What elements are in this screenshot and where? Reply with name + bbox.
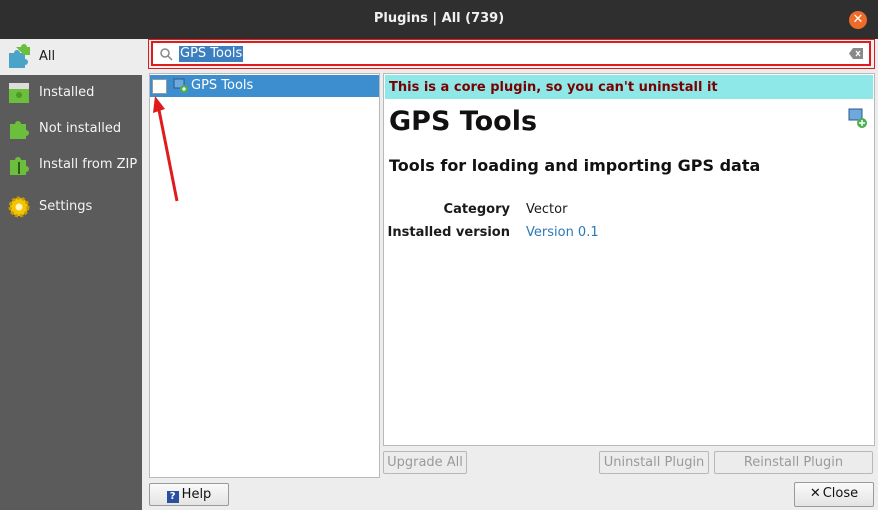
search-icon <box>160 48 173 61</box>
title-bar: Plugins | All (739) ✕ <box>0 0 878 39</box>
puzzle-installed-icon <box>9 83 29 103</box>
sidebar-item-install-from-zip[interactable]: Install from ZIP <box>0 147 142 183</box>
close-button[interactable]: ✕ Close <box>794 482 874 507</box>
sidebar-item-label: Installed <box>39 85 95 100</box>
clear-search-icon[interactable] <box>849 48 863 59</box>
sidebar-item-settings[interactable]: Settings <box>0 189 142 225</box>
banner-text: This is a core plugin, so you can't unin… <box>389 80 718 95</box>
plugin-description: Tools for loading and importing GPS data <box>389 156 761 175</box>
sidebar-item-label: Not installed <box>39 121 122 136</box>
puzzle-all-icon <box>9 44 30 68</box>
category-label: Category <box>443 202 510 217</box>
plugin-enable-checkbox[interactable] <box>152 79 167 94</box>
sidebar-item-all[interactable]: All <box>0 39 142 75</box>
gear-icon <box>8 196 30 218</box>
plugin-title: GPS Tools <box>389 106 538 137</box>
installed-version-link[interactable]: Version 0.1 <box>526 225 599 240</box>
window-title: Plugins | All (739) <box>373 11 505 26</box>
window-close-button[interactable]: ✕ <box>849 11 867 29</box>
puzzle-not-installed-icon <box>10 121 29 139</box>
plugin-detail-panel: This is a core plugin, so you can't unin… <box>383 73 875 446</box>
reinstall-plugin-button[interactable]: Reinstall Plugin <box>714 451 873 474</box>
search-input[interactable]: GPS Tools <box>151 41 871 66</box>
gps-plugin-icon <box>848 108 867 128</box>
installed-version-label: Installed version <box>387 225 510 240</box>
plugin-name: GPS Tools <box>191 78 254 93</box>
search-value: GPS Tools <box>179 46 244 62</box>
plugin-list-item[interactable]: GPS Tools <box>150 75 379 97</box>
help-label: Help <box>181 487 212 502</box>
help-button[interactable]: ? Help <box>149 483 229 506</box>
annotation-arrow <box>153 96 179 202</box>
upgrade-all-button[interactable]: Upgrade All <box>383 451 467 474</box>
gps-plugin-icon <box>173 78 188 93</box>
puzzle-zip-icon <box>10 157 29 175</box>
sidebar-item-installed[interactable]: Installed <box>0 75 142 111</box>
core-plugin-banner: This is a core plugin, so you can't unin… <box>385 75 873 99</box>
sidebar-item-label: All <box>39 49 56 64</box>
close-label: Close <box>822 486 859 501</box>
uninstall-plugin-button[interactable]: Uninstall Plugin <box>599 451 709 474</box>
sidebar: All Installed Not installed Install from… <box>0 39 142 510</box>
sidebar-item-not-installed[interactable]: Not installed <box>0 111 142 147</box>
category-value: Vector <box>526 202 568 217</box>
sidebar-item-label: Settings <box>39 199 93 214</box>
sidebar-item-label: Install from ZIP <box>39 157 138 172</box>
close-icon: ✕ <box>809 486 821 501</box>
help-icon: ? <box>166 491 179 503</box>
